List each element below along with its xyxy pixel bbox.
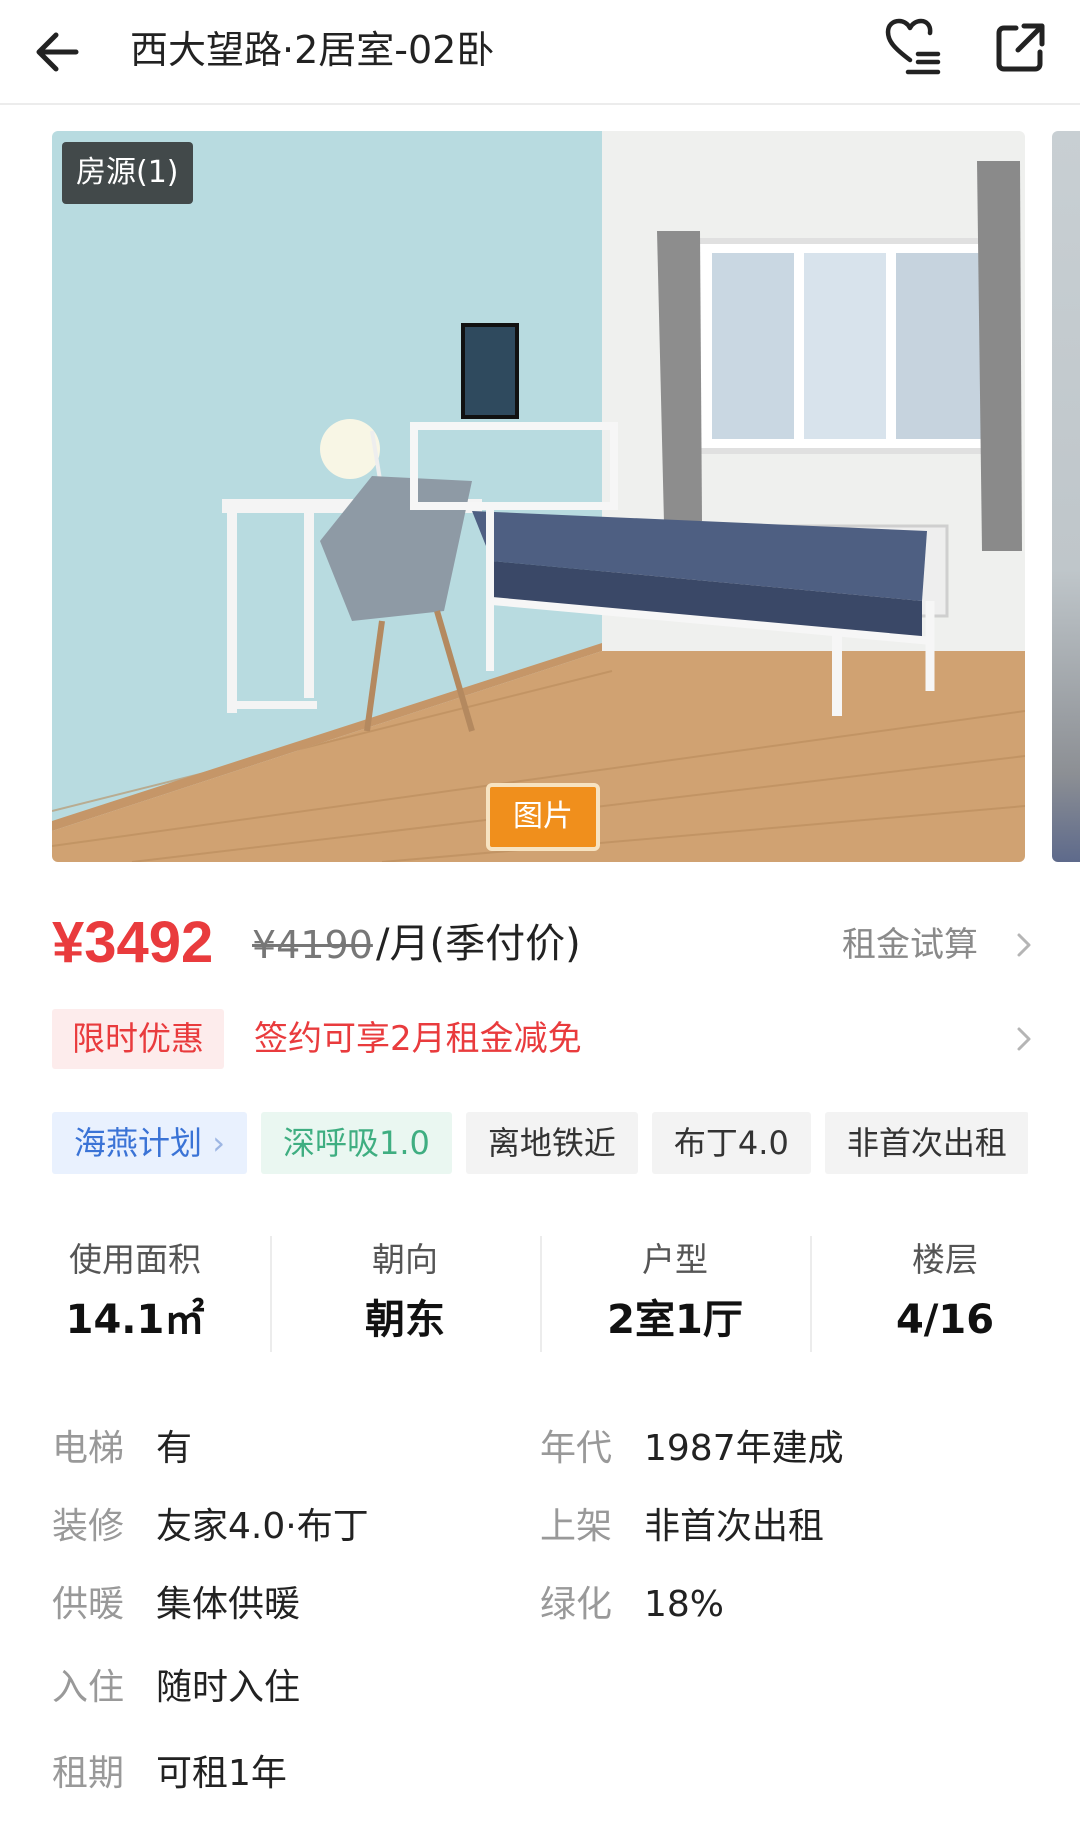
detail-value: 18%	[644, 1584, 725, 1625]
tag-buding: 布丁4.0	[651, 1112, 811, 1174]
tag-not-first-rental: 非首次出租	[824, 1112, 1028, 1174]
detail-value: 非首次出租	[644, 1506, 825, 1547]
tag-haiyan-plan[interactable]: 海燕计划 ›	[52, 1112, 247, 1174]
top-bar: 西大望路·2居室-02卧	[0, 0, 1080, 105]
promo-text[interactable]: 签约可享2月租金减免	[254, 1012, 582, 1066]
detail-key: 电梯	[52, 1428, 125, 1469]
detail-move-in: 入住 随时入住	[52, 1660, 300, 1716]
room-photo[interactable]	[52, 131, 1025, 862]
stat-label: 楼层	[912, 1240, 978, 1279]
share-button[interactable]	[990, 18, 1050, 78]
detail-value: 可租1年	[156, 1753, 287, 1794]
stat-orientation: 朝向 朝东	[270, 1232, 540, 1350]
stat-value: 朝东	[365, 1297, 445, 1343]
detail-value: 有	[156, 1428, 193, 1469]
bedroom-image	[52, 131, 1025, 862]
stat-layout: 户型 2室1厅	[540, 1232, 810, 1350]
detail-year-built: 年代 1987年建成	[540, 1421, 844, 1477]
favorite-button[interactable]	[880, 14, 946, 80]
detail-key: 供暖	[52, 1584, 125, 1625]
price-unit: /月(季付价)	[376, 921, 581, 967]
tag-deep-breath: 深呼吸1.0	[260, 1112, 452, 1174]
detail-key: 年代	[540, 1428, 613, 1469]
heart-list-icon	[885, 18, 941, 75]
detail-value: 集体供暖	[156, 1584, 301, 1625]
detail-lease-term: 租期 可租1年	[52, 1746, 287, 1802]
photo-tab-button[interactable]: 图片	[486, 783, 600, 851]
chevron-right-icon[interactable]	[1014, 1024, 1034, 1054]
detail-listing: 上架 非首次出租	[540, 1499, 824, 1555]
share-icon	[996, 23, 1045, 72]
stat-label: 户型	[642, 1240, 708, 1279]
detail-heating: 供暖 集体供暖	[52, 1577, 300, 1633]
detail-decoration: 装修 友家4.0·布丁	[52, 1499, 369, 1555]
detail-key: 入住	[52, 1667, 125, 1708]
detail-elevator: 电梯有	[52, 1421, 192, 1477]
chevron-right-icon: ›	[212, 1124, 225, 1162]
detail-value: 随时入住	[156, 1667, 301, 1708]
next-photo-peek[interactable]	[1052, 131, 1080, 862]
back-arrow-icon	[36, 32, 79, 72]
detail-value: 友家4.0·布丁	[156, 1506, 369, 1547]
detail-key: 装修	[52, 1506, 125, 1547]
stat-label: 使用面积	[69, 1240, 201, 1279]
detail-key: 绿化	[540, 1584, 613, 1625]
detail-key: 上架	[540, 1506, 613, 1547]
page-title: 西大望路·2居室-02卧	[130, 28, 495, 72]
detail-key: 租期	[52, 1753, 125, 1794]
feature-tags: 海燕计划 › 深呼吸1.0 离地铁近 布丁4.0 非首次出租	[52, 1112, 1028, 1176]
detail-value: 1987年建成	[644, 1428, 844, 1469]
stat-value: 4/16	[895, 1297, 995, 1343]
tag-near-subway: 离地铁近	[465, 1112, 638, 1174]
stat-area: 使用面积 14.1㎡	[0, 1232, 270, 1350]
chevron-right-icon[interactable]	[1014, 930, 1034, 960]
detail-greenery: 绿化 18%	[540, 1577, 724, 1633]
current-price: ¥3492	[52, 910, 214, 975]
stat-label: 朝向	[372, 1240, 438, 1279]
stat-value: 14.1㎡	[65, 1297, 205, 1343]
stat-value: 2室1厅	[607, 1297, 743, 1343]
promo-tag: 限时优惠	[52, 1009, 224, 1069]
back-button[interactable]	[28, 22, 88, 82]
original-price: ¥4190	[252, 923, 373, 967]
stat-floor: 楼层 4/16	[810, 1232, 1080, 1350]
rent-calculator-link[interactable]: 租金试算	[842, 922, 978, 968]
photo-source-badge: 房源(1)	[62, 142, 193, 204]
